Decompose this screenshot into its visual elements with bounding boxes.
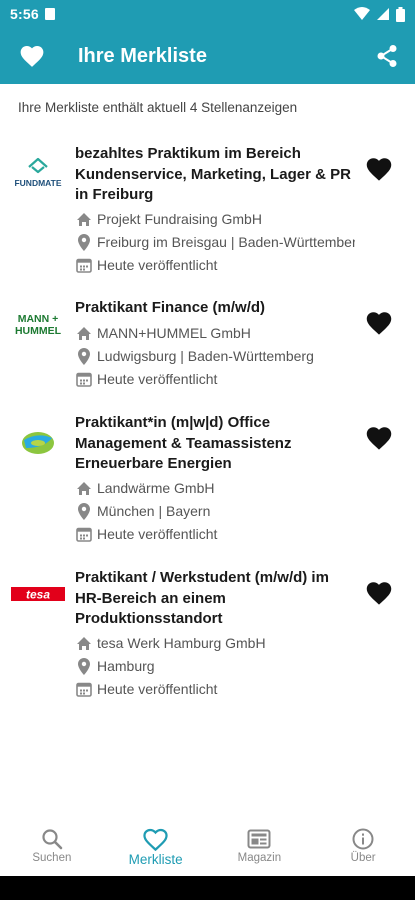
location-row: Ludwigsburg | Baden-Württemberg (75, 345, 355, 367)
nav-label: Über (350, 852, 376, 864)
home-icon (75, 635, 92, 652)
nav-label: Magazin (237, 852, 282, 864)
newspaper-icon (247, 826, 271, 852)
date-row: Heute veröffentlicht (75, 254, 355, 276)
company-name: MANN+HUMMEL GmbH (97, 325, 251, 341)
favorite-heart-icon[interactable] (362, 154, 396, 184)
system-navigation-bar (0, 876, 415, 900)
calendar-icon (75, 257, 92, 274)
date-row: Heute veröffentlicht (75, 523, 355, 545)
company-row: MANN+HUMMEL GmbH (75, 322, 355, 344)
company-row: Projekt Fundraising GmbH (75, 208, 355, 230)
bottom-navigation: Suchen Merkliste Magazin Über (0, 820, 415, 876)
location-text: München | Bayern (97, 503, 211, 519)
nav-label: Merkliste (128, 852, 183, 867)
company-row: tesa Werk Hamburg GmbH (75, 632, 355, 654)
company-logo (8, 423, 68, 463)
company-logo: MANN + HUMMEL (8, 304, 68, 344)
app-bar: Ihre Merkliste (0, 28, 415, 84)
signal-icon (377, 8, 389, 20)
battery-icon (396, 6, 405, 22)
calendar-icon (75, 681, 92, 698)
nav-label: Suchen (32, 852, 72, 864)
svg-text:MANN +: MANN + (18, 313, 59, 325)
heart-icon[interactable] (4, 28, 60, 84)
job-title[interactable]: Praktikant*in (m|w|d) Office Management … (75, 413, 355, 475)
svg-text:tesa: tesa (26, 588, 50, 602)
job-title[interactable]: Praktikant / Werkstudent (m/w/d) im HR-B… (75, 568, 355, 630)
favorite-heart-icon[interactable] (362, 308, 396, 338)
calendar-icon (75, 371, 92, 388)
location-pin-icon (75, 233, 92, 251)
location-text: Hamburg (97, 658, 155, 674)
job-title[interactable]: bezahltes Praktikum im Bereich Kundenser… (75, 144, 355, 206)
company-logo: tesa (8, 574, 68, 614)
location-text: Ludwigsburg | Baden-Württemberg (97, 348, 314, 364)
date-row: Heute veröffentlicht (75, 678, 355, 700)
page-title: Ihre Merkliste (78, 44, 207, 67)
nav-item-merkliste[interactable]: Merkliste (104, 820, 208, 876)
status-icons (354, 6, 405, 22)
location-row: Hamburg (75, 655, 355, 677)
location-pin-icon (75, 657, 92, 675)
wifi-icon (354, 7, 370, 20)
favorite-heart-icon[interactable] (362, 578, 396, 608)
summary-text: Ihre Merkliste enthält aktuell 4 Stellen… (18, 100, 298, 115)
company-name: Projekt Fundraising GmbH (97, 211, 262, 227)
status-time: 5:56 (10, 6, 39, 22)
nav-item-magazin[interactable]: Magazin (208, 820, 312, 876)
nav-item-suchen[interactable]: Suchen (0, 820, 104, 876)
share-icon[interactable] (363, 28, 411, 84)
published-date: Heute veröffentlicht (97, 371, 218, 387)
info-icon (352, 826, 374, 852)
search-icon (41, 826, 63, 852)
calendar-icon (75, 526, 92, 543)
home-icon (75, 211, 92, 228)
nav-item-ueber[interactable]: Über (311, 820, 415, 876)
job-title[interactable]: Praktikant Finance (m/w/d) (75, 298, 355, 319)
published-date: Heute veröffentlicht (97, 526, 218, 542)
published-date: Heute veröffentlicht (97, 257, 218, 273)
location-pin-icon (75, 502, 92, 520)
company-logo: FUNDMATE (8, 152, 68, 192)
company-name: tesa Werk Hamburg GmbH (97, 635, 266, 651)
date-row: Heute veröffentlicht (75, 368, 355, 390)
favorite-heart-icon[interactable] (362, 423, 396, 453)
location-pin-icon (75, 347, 92, 365)
svg-text:HUMMEL: HUMMEL (15, 325, 62, 337)
status-bar: 5:56 (0, 0, 415, 28)
svg-text:FUNDMATE: FUNDMATE (14, 178, 61, 188)
published-date: Heute veröffentlicht (97, 681, 218, 697)
home-icon (75, 480, 92, 497)
sd-card-icon (44, 8, 55, 20)
location-row: München | Bayern (75, 500, 355, 522)
company-row: Landwärme GmbH (75, 477, 355, 499)
location-row: Freiburg im Breisgau | Baden-Württemberg (75, 231, 355, 253)
heart-outline-icon (142, 826, 169, 852)
company-name: Landwärme GmbH (97, 480, 215, 496)
home-icon (75, 325, 92, 342)
location-text: Freiburg im Breisgau | Baden-Württemberg (97, 234, 355, 250)
